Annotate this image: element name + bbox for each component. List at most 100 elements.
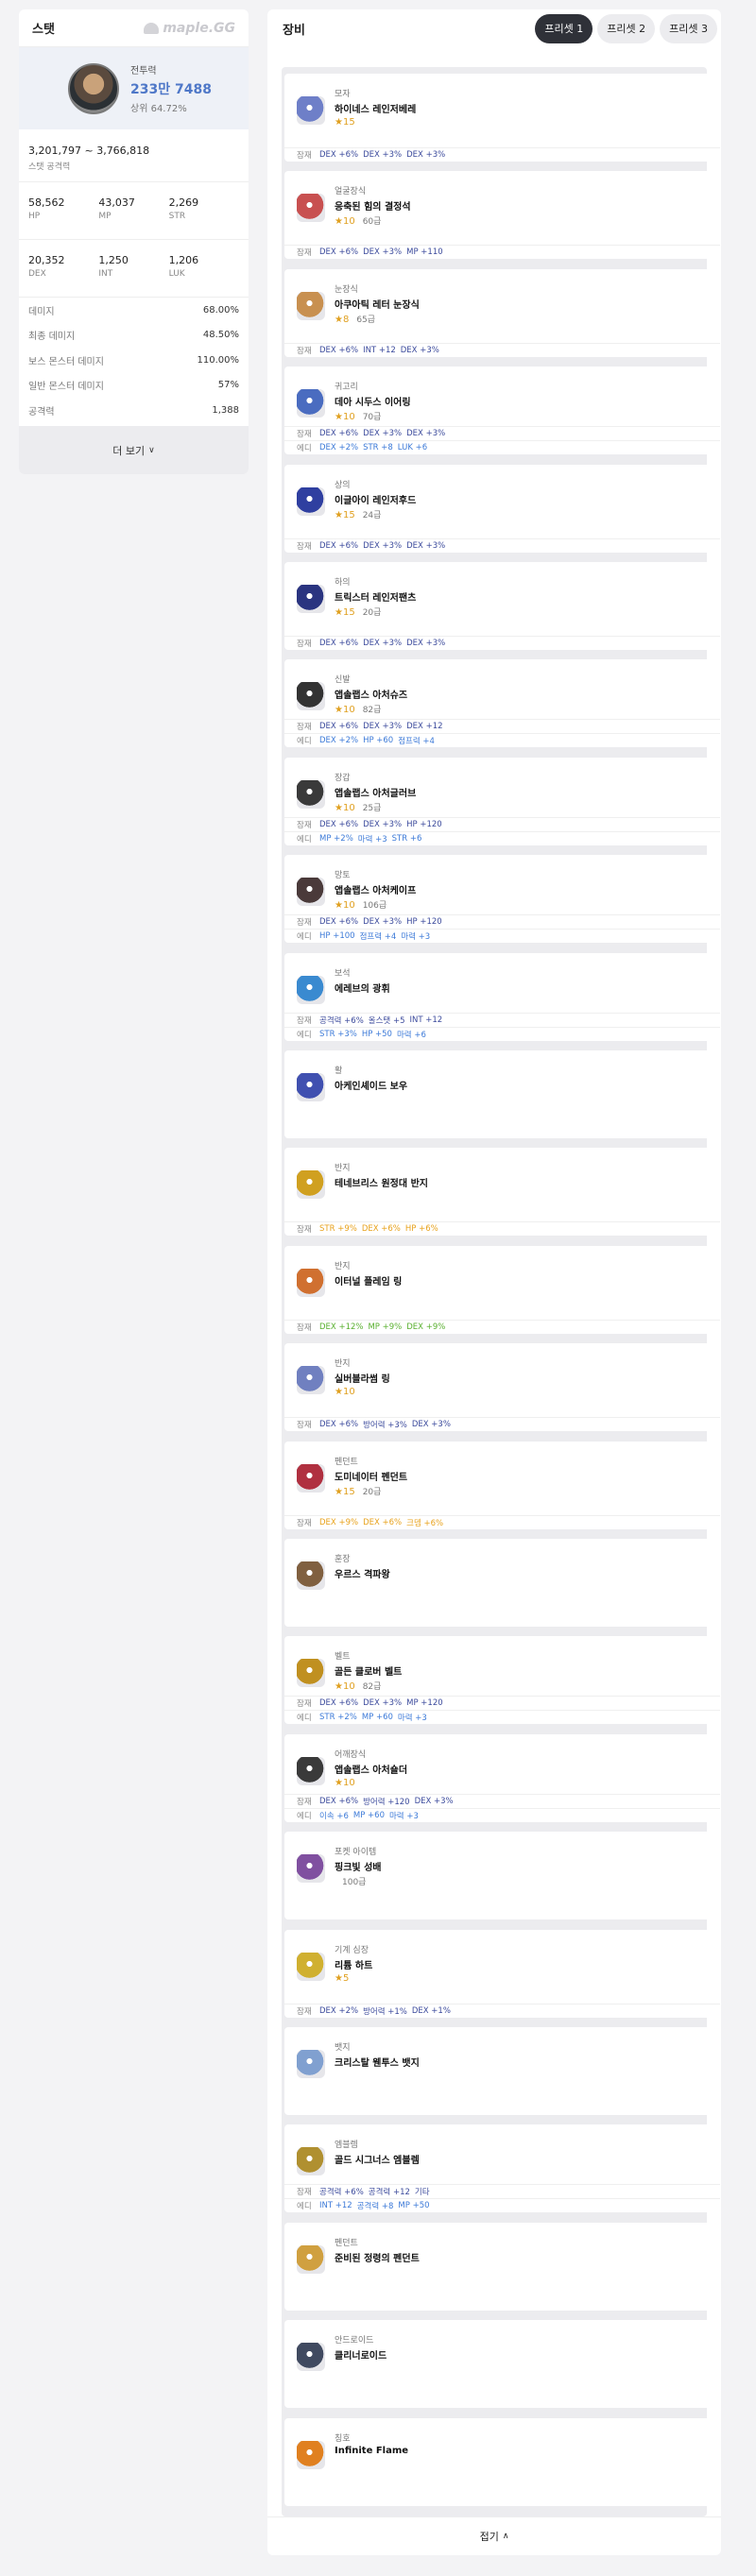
equipment-card[interactable]: 안드로이드 클리너로이드	[284, 2320, 720, 2409]
option-line: 에디 HP +100 점프력 +4 마력 +3	[284, 929, 720, 943]
equipment-card[interactable]: 눈장식 아쿠아틱 레터 눈장식 ★8 65급 잠재 DEX +6% INT +12 DEX +…	[284, 268, 720, 357]
option-value: HP +60	[363, 736, 394, 746]
equipment-card[interactable]: 보석 에레브의 광휘 잠재 공격력 +6% 올스탯 +5 INT +12 에디 STR +3%…	[284, 952, 720, 1041]
item-icon	[297, 975, 325, 1004]
chevron-up-icon: ∧	[502, 2532, 509, 2541]
option-tag: 잠재	[297, 430, 312, 440]
option-value: 점프력 +4	[398, 737, 435, 747]
option-tag: 잠재	[297, 1225, 312, 1236]
option-value: 이속 +6	[319, 1811, 349, 1821]
stat-hp: 58,562 HP	[28, 196, 65, 221]
equipment-card[interactable]: 장갑 앱솔랩스 아처글러브 ★10 25급 잠재 DEX +6% DEX +3% HP +12…	[284, 757, 720, 845]
equipment-card[interactable]: 엠블렘 골드 시그너스 엠블렘 잠재 공격력 +6% 공격력 +12 기타 에디 INT +1…	[284, 2124, 720, 2213]
option-value: DEX +3%	[411, 1420, 451, 1430]
equipment-card[interactable]: 포켓 아이템 핑크빛 성배 100급	[284, 1832, 720, 1920]
item-category: 하의	[335, 578, 351, 588]
star-count: ★10	[335, 900, 355, 912]
equipment-card[interactable]: 훈장 우르스 격파왕	[284, 1539, 720, 1627]
equipment-card[interactable]: 반지 테네브리스 원정대 반지 잠재 STR +9% DEX +6% HP +6%	[284, 1148, 720, 1237]
item-name: 이터널 플레임 링	[335, 1276, 403, 1288]
stat-dex: 20,352 DEX	[28, 254, 65, 279]
tab-preset-3[interactable]: 프리셋 3	[660, 13, 717, 43]
option-value: STR +2%	[319, 1713, 357, 1723]
item-starforce: ★10 82급	[335, 703, 381, 715]
equipment-card[interactable]: 망토 앱솔랩스 아처케이프 ★10 106급 잠재 DEX +6% DEX +3% HP +1…	[284, 855, 720, 944]
equipment-card[interactable]: 칭호 Infinite Flame	[284, 2417, 720, 2506]
equipment-card[interactable]: 벨트 골든 클로버 벨트 ★10 82급 잠재 DEX +6% DEX +3% MP +120…	[284, 1636, 720, 1725]
item-category: 보석	[335, 968, 351, 979]
option-line: 잠재 DEX +6% DEX +3% DEX +12	[284, 719, 720, 733]
tab-preset-1[interactable]: 프리셋 1	[535, 13, 593, 43]
item-level: 100급	[342, 1878, 367, 1888]
option-value: DEX +2%	[319, 736, 359, 746]
equipment-card[interactable]: 어깨장식 앱솔랩스 아처숄더 ★10 잠재 DEX +6% 방어력 +120 DEX +3%…	[284, 1733, 720, 1822]
item-starforce: 100급	[335, 1875, 366, 1887]
option-value: DEX +3%	[406, 540, 446, 551]
option-value: DEX +6%	[319, 917, 359, 928]
option-value: 크뎀 +6%	[406, 1518, 444, 1528]
equipment-card[interactable]: 활 아케인셰이드 보우	[284, 1050, 720, 1138]
item-level: 60급	[362, 217, 382, 228]
option-value: DEX +6%	[319, 722, 359, 732]
item-category: 얼굴장식	[335, 187, 367, 197]
option-value: 마력 +3	[388, 1811, 419, 1821]
item-name: Infinite Flame	[335, 2445, 409, 2456]
item-name: 데아 시두스 이어링	[335, 398, 411, 409]
equipment-card[interactable]: 얼굴장식 응축된 힘의 결정석 ★10 60급 잠재 DEX +6% DEX +3% MP +…	[284, 171, 720, 260]
equipment-card[interactable]: 뱃지 크리스탈 웬투스 뱃지	[284, 2027, 720, 2115]
option-value: MP +2%	[319, 833, 353, 844]
option-value: HP +120	[406, 819, 442, 829]
equipment-card[interactable]: 귀고리 데아 시두스 이어링 ★10 70급 잠재 DEX +6% DEX +3% DEX +…	[284, 367, 720, 455]
equipment-card[interactable]: 펜던트 도미네이터 펜던트 ★15 20급 잠재 DEX +9% DEX +6% 크뎀 +6%	[284, 1441, 720, 1529]
option-tag: 에디	[297, 444, 312, 454]
option-tag: 잠재	[297, 248, 312, 259]
option-tag: 잠재	[297, 1015, 312, 1026]
stat-grid-2: 20,352 DEX 1,250 INT 1,206 LUK	[19, 240, 249, 298]
equipment-card[interactable]: 상의 이글아이 레인저후드 ★15 24급 잠재 DEX +6% DEX +3% DEX +3…	[284, 464, 720, 553]
item-name: 하이네스 레인저베레	[335, 105, 417, 115]
fold-button[interactable]: 접기 ∧	[267, 2516, 721, 2555]
item-starforce: ★10 106급	[335, 898, 387, 911]
option-tag: 에디	[297, 1714, 312, 1724]
item-icon	[297, 779, 325, 809]
option-value: DEX +2%	[319, 443, 359, 453]
item-icon	[297, 2343, 325, 2372]
option-value: STR +6	[391, 833, 422, 844]
option-line: 에디 INT +12 공격력 +8 MP +50	[284, 2198, 720, 2212]
item-icon	[297, 1463, 325, 1493]
equipment-card[interactable]: 신발 앱솔랩스 아처슈즈 ★10 82급 잠재 DEX +6% DEX +3% DEX +12…	[284, 659, 720, 748]
item-name: 이글아이 레인저후드	[335, 495, 417, 506]
option-value: DEX +9%	[319, 1517, 359, 1527]
item-category: 망토	[335, 871, 351, 881]
equipment-card[interactable]: 모자 하이네스 레인저베레 ★15 잠재 DEX +6% DEX +3% DEX +3%	[284, 74, 720, 162]
equipment-card[interactable]: 반지 실버블라썸 링 ★10 잠재 DEX +6% 방어력 +3% DEX +3%	[284, 1343, 720, 1432]
item-name: 아쿠아틱 레터 눈장식	[335, 299, 420, 311]
item-icon	[297, 682, 325, 711]
site-logo[interactable]: maple.GG	[144, 21, 235, 36]
item-category: 상의	[335, 480, 351, 490]
item-name: 앱솔랩스 아처글러브	[335, 788, 417, 799]
star-count: ★5	[335, 1972, 350, 1984]
equipment-card[interactable]: 반지 이터널 플레임 링 잠재 DEX +12% MP +9% DEX +9%	[284, 1245, 720, 1334]
item-icon	[297, 2147, 325, 2176]
item-starforce: ★10 82급	[335, 1680, 381, 1692]
equipment-card[interactable]: 하의 트릭스터 레인저팬츠 ★15 20급 잠재 DEX +6% DEX +3% DEX +3…	[284, 562, 720, 650]
option-value: DEX +3%	[363, 819, 403, 829]
item-icon	[297, 1854, 325, 1884]
more-button[interactable]: 더 보기 ∨	[19, 426, 249, 474]
option-tag: 에디	[297, 2202, 312, 2212]
option-tag: 잠재	[297, 541, 312, 552]
stat-row: 최종 데미지 48.50%	[28, 330, 239, 343]
stat-row: 일반 몬스터 데미지 57%	[28, 380, 239, 393]
stat-rows: 데미지 68.00% 최종 데미지 48.50% 보스 몬스터 데미지 110.00%…	[19, 298, 249, 423]
option-value: 마력 +3	[397, 1714, 427, 1724]
tab-preset-2[interactable]: 프리셋 2	[597, 13, 656, 43]
item-starforce: ★10 60급	[335, 214, 381, 227]
option-line: 에디 STR +2% MP +60 마력 +3	[284, 1710, 720, 1724]
item-starforce: ★10	[335, 1387, 355, 1397]
equipment-card[interactable]: 기계 심장 리튬 하트 ★5 잠재 DEX +2% 방어력 +1% DEX +1%	[284, 1929, 720, 2018]
equipment-card[interactable]: 펜던트 준비된 정령의 펜던트	[284, 2222, 720, 2311]
item-category: 훈장	[335, 1555, 351, 1564]
option-value: DEX +3%	[406, 150, 446, 160]
option-tag: 잠재	[297, 1699, 312, 1710]
